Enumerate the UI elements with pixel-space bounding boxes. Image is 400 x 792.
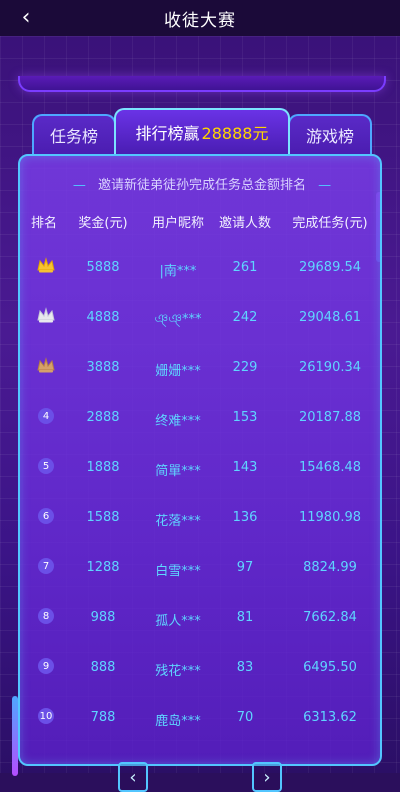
table-row: 7 1288 白雪*** 97 8824.99 <box>20 550 384 590</box>
subtitle-right-dash: — <box>318 178 332 193</box>
task-amount-cell: 29048.61 <box>298 310 362 325</box>
nickname-cell: |南*** <box>159 264 197 279</box>
table-row: 3888 姗姗*** 229 26190.34 <box>20 350 384 390</box>
prev-page-button[interactable]: ‹ <box>118 762 148 792</box>
invites-cell: 83 <box>236 660 254 675</box>
bonus-cell: 2888 <box>86 410 120 425</box>
bonus-cell: 788 <box>90 710 116 725</box>
header-nickname: 用户昵称 <box>151 216 204 231</box>
top-frame-decoration <box>18 76 386 92</box>
nickname-cell: 残花*** <box>155 664 201 679</box>
bonus-cell: 5888 <box>86 260 120 275</box>
bonus-cell: 1888 <box>86 460 120 475</box>
tabs: 任务榜 游戏榜 排行榜赢 28888元 <box>32 108 372 154</box>
table-row: 4 2888 终难*** 153 20187.88 <box>20 400 384 440</box>
invites-cell: 153 <box>232 410 258 425</box>
invites-cell: 143 <box>232 460 258 475</box>
ranking-panel: — 邀请新徒弟徒孙完成任务总金额排名 — 排名 奖金(元) 用户昵称 邀请人数 … <box>18 154 382 766</box>
tab-ranking-board[interactable]: 排行榜赢 28888元 <box>114 108 290 154</box>
chevron-right-icon: › <box>263 766 271 788</box>
nickname-cell: 终难*** <box>155 414 201 429</box>
task-amount-cell: 26190.34 <box>298 360 362 375</box>
tab-game-board[interactable]: 游戏榜 <box>288 114 372 154</box>
bonus-cell: 4888 <box>86 310 120 325</box>
nickname-cell: 孤人*** <box>155 614 201 629</box>
table-row: 5888 |南*** 261 29689.54 <box>20 250 384 290</box>
table-row: 6 1588 花落*** 136 11980.98 <box>20 500 384 540</box>
nickname-cell: 简單*** <box>155 464 201 479</box>
invites-cell: 97 <box>236 560 254 575</box>
nickname-cell: 姗姗*** <box>155 364 201 379</box>
tab-task-board-label: 任务榜 <box>49 127 98 146</box>
bonus-cell: 1588 <box>86 510 120 525</box>
chevron-left-icon: ‹ <box>129 766 137 788</box>
silver-crown-icon <box>37 307 55 323</box>
task-amount-cell: 8824.99 <box>303 560 357 575</box>
task-amount-cell: 7662.84 <box>303 610 357 625</box>
table-row: 4888 ঞ্ঞ্*** 242 29048.61 <box>20 300 384 340</box>
rank-badge: 7 <box>38 558 54 574</box>
next-page-button[interactable]: › <box>252 762 282 792</box>
subtitle-left-dash: — <box>72 178 86 193</box>
panel-subtitle-text: 邀请新徒弟徒孙完成任务总金额排名 <box>97 178 306 193</box>
rank-badge: 4 <box>38 408 54 424</box>
nickname-cell: 花落*** <box>155 514 201 529</box>
header-rank: 排名 <box>30 216 57 231</box>
bonus-cell: 3888 <box>86 360 120 375</box>
table-row: 10 788 鹿岛*** 70 6313.62 <box>20 700 384 740</box>
rank-badge: 5 <box>38 458 54 474</box>
table-row: 9 888 残花*** 83 6495.50 <box>20 650 384 690</box>
table-row: 5 1888 简單*** 143 15468.48 <box>20 450 384 490</box>
task-amount-cell: 29689.54 <box>298 260 362 275</box>
invites-cell: 136 <box>232 510 258 525</box>
invites-cell: 261 <box>232 260 258 275</box>
bonus-cell: 1288 <box>86 560 120 575</box>
invites-cell: 242 <box>232 310 258 325</box>
header-bonus: 奖金(元) <box>78 216 128 231</box>
invites-cell: 70 <box>236 710 254 725</box>
panel-subtitle: — 邀请新徒弟徒孙完成任务总金额排名 — <box>20 174 384 193</box>
task-amount-cell: 11980.98 <box>298 510 362 525</box>
invites-cell: 229 <box>232 360 258 375</box>
task-amount-cell: 20187.88 <box>298 410 362 425</box>
gold-crown-icon <box>37 257 55 273</box>
nickname-cell: 白雪*** <box>155 564 201 579</box>
tab-ranking-board-label: 排行榜赢 <box>135 124 200 143</box>
invites-cell: 81 <box>236 610 254 625</box>
page-title: 收徒大赛 <box>164 10 236 31</box>
bonus-cell: 988 <box>90 610 116 625</box>
bronze-crown-icon <box>37 357 55 373</box>
rank-badge: 6 <box>38 508 54 524</box>
back-icon[interactable]: ‹ <box>14 6 38 30</box>
top-bar: ‹ 收徒大赛 <box>0 0 400 36</box>
table-row: 8 988 孤人*** 81 7662.84 <box>20 600 384 640</box>
task-amount-cell: 6495.50 <box>303 660 357 675</box>
bonus-cell: 888 <box>90 660 116 675</box>
rank-badge: 9 <box>38 658 54 674</box>
task-amount-cell: 15468.48 <box>298 460 362 475</box>
rank-badge: 8 <box>38 608 54 624</box>
stage-background: 任务榜 游戏榜 排行榜赢 28888元 — 邀请新徒弟徒孙完成任务总金额排名 —… <box>0 36 400 792</box>
nickname-cell: 鹿岛*** <box>155 714 201 729</box>
table-header: 排名 奖金(元) 用户昵称 邀请人数 完成任务(元) <box>20 212 384 232</box>
header-invites: 邀请人数 <box>218 216 271 231</box>
tab-ranking-prize: 28888元 <box>201 124 269 143</box>
rank-badge: 10 <box>38 708 54 724</box>
header-task-amount: 完成任务(元) <box>292 216 368 231</box>
task-amount-cell: 6313.62 <box>303 710 357 725</box>
tab-game-board-label: 游戏榜 <box>305 127 354 146</box>
tab-task-board[interactable]: 任务榜 <box>32 114 116 154</box>
nickname-cell: ঞ্ঞ্*** <box>154 312 202 327</box>
